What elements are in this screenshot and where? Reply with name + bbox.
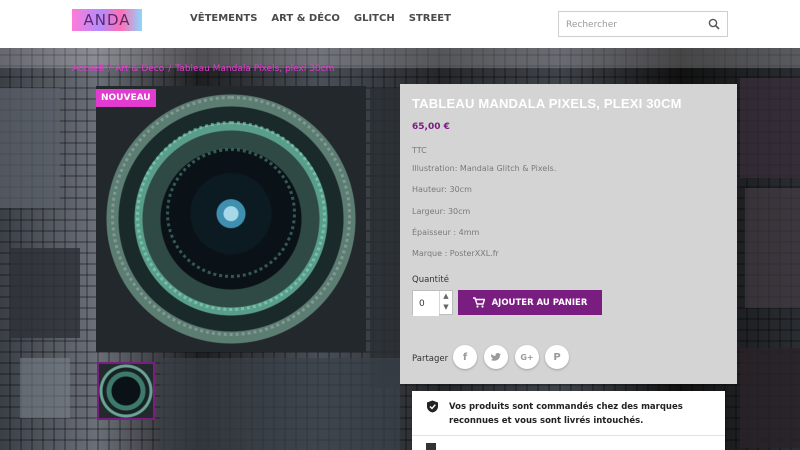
googleplus-icon[interactable]: G+: [515, 345, 539, 369]
product-thumbnail[interactable]: [97, 362, 155, 420]
nav-glitch[interactable]: GLITCH: [354, 13, 395, 24]
reassurance-block: Vos produits sont commandés chez des mar…: [412, 391, 725, 450]
quantity-spinner: ▲ ▼: [439, 291, 452, 314]
search-icon[interactable]: [708, 18, 720, 30]
divider: [412, 435, 725, 436]
cart-icon: [472, 297, 485, 308]
facebook-icon[interactable]: f: [453, 345, 477, 369]
site-logo[interactable]: ANDA: [72, 9, 142, 31]
breadcrumb-category[interactable]: Art & Déco: [115, 64, 164, 74]
chevron-up-icon[interactable]: ▲: [440, 291, 452, 302]
twitter-icon[interactable]: [484, 345, 508, 369]
nav-street[interactable]: STREET: [409, 13, 451, 24]
reassurance-text: Vos produits sont commandés chez des mar…: [449, 402, 683, 426]
breadcrumb-current[interactable]: Tableau Mandala Pixels, plexi 30cm: [175, 64, 334, 74]
breadcrumb-home[interactable]: Accueil: [72, 64, 104, 74]
mandala-ring: [111, 96, 351, 336]
product-info-panel: TABLEAU MANDALA PIXELS, PLEXI 30CM 65,00…: [400, 84, 737, 384]
product-price: 65,00 €: [412, 122, 450, 132]
quantity-label: Quantité: [412, 275, 449, 285]
product-main-image[interactable]: [96, 86, 366, 352]
share-label: Partager: [412, 354, 449, 364]
detail-illustration: Illustration: Mandala Glitch & Pixels.: [412, 164, 557, 173]
nav-vetements[interactable]: VÊTEMENTS: [190, 13, 257, 24]
breadcrumb-separator: /: [108, 64, 112, 74]
product-title: TABLEAU MANDALA PIXELS, PLEXI 30CM: [412, 96, 682, 111]
detail-height: Hauteur: 30cm: [412, 185, 472, 194]
detail-width: Largeur: 30cm: [412, 207, 471, 216]
search-input[interactable]: [559, 13, 699, 37]
add-to-cart-label: AJOUTER AU PANIER: [491, 297, 588, 308]
truck-icon: [426, 443, 436, 450]
tax-label: TTC: [412, 146, 427, 155]
detail-brand: Marque : PosterXXL.fr: [412, 249, 499, 258]
detail-thickness: Épaisseur : 4mm: [412, 228, 480, 237]
site-header: ANDA VÊTEMENTS ART & DÉCO GLITCH STREET: [0, 0, 800, 48]
shield-check-icon: [427, 400, 438, 413]
search-box: [558, 11, 728, 37]
quantity-stepper: ▲ ▼: [412, 290, 453, 316]
pinterest-icon[interactable]: P: [545, 345, 569, 369]
logo-text: ANDA: [83, 11, 131, 29]
breadcrumb-separator: /: [168, 64, 172, 74]
quantity-input[interactable]: [413, 292, 439, 316]
breadcrumb: Accueil / Art & Déco / Tableau Mandala P…: [72, 64, 334, 74]
new-badge: NOUVEAU: [96, 89, 156, 107]
add-to-cart-button[interactable]: AJOUTER AU PANIER: [458, 290, 602, 315]
chevron-down-icon[interactable]: ▼: [440, 302, 452, 313]
nav-art-deco[interactable]: ART & DÉCO: [271, 13, 339, 24]
reassurance-row: Vos produits sont commandés chez des mar…: [426, 400, 716, 428]
main-nav: VÊTEMENTS ART & DÉCO GLITCH STREET: [190, 13, 451, 24]
